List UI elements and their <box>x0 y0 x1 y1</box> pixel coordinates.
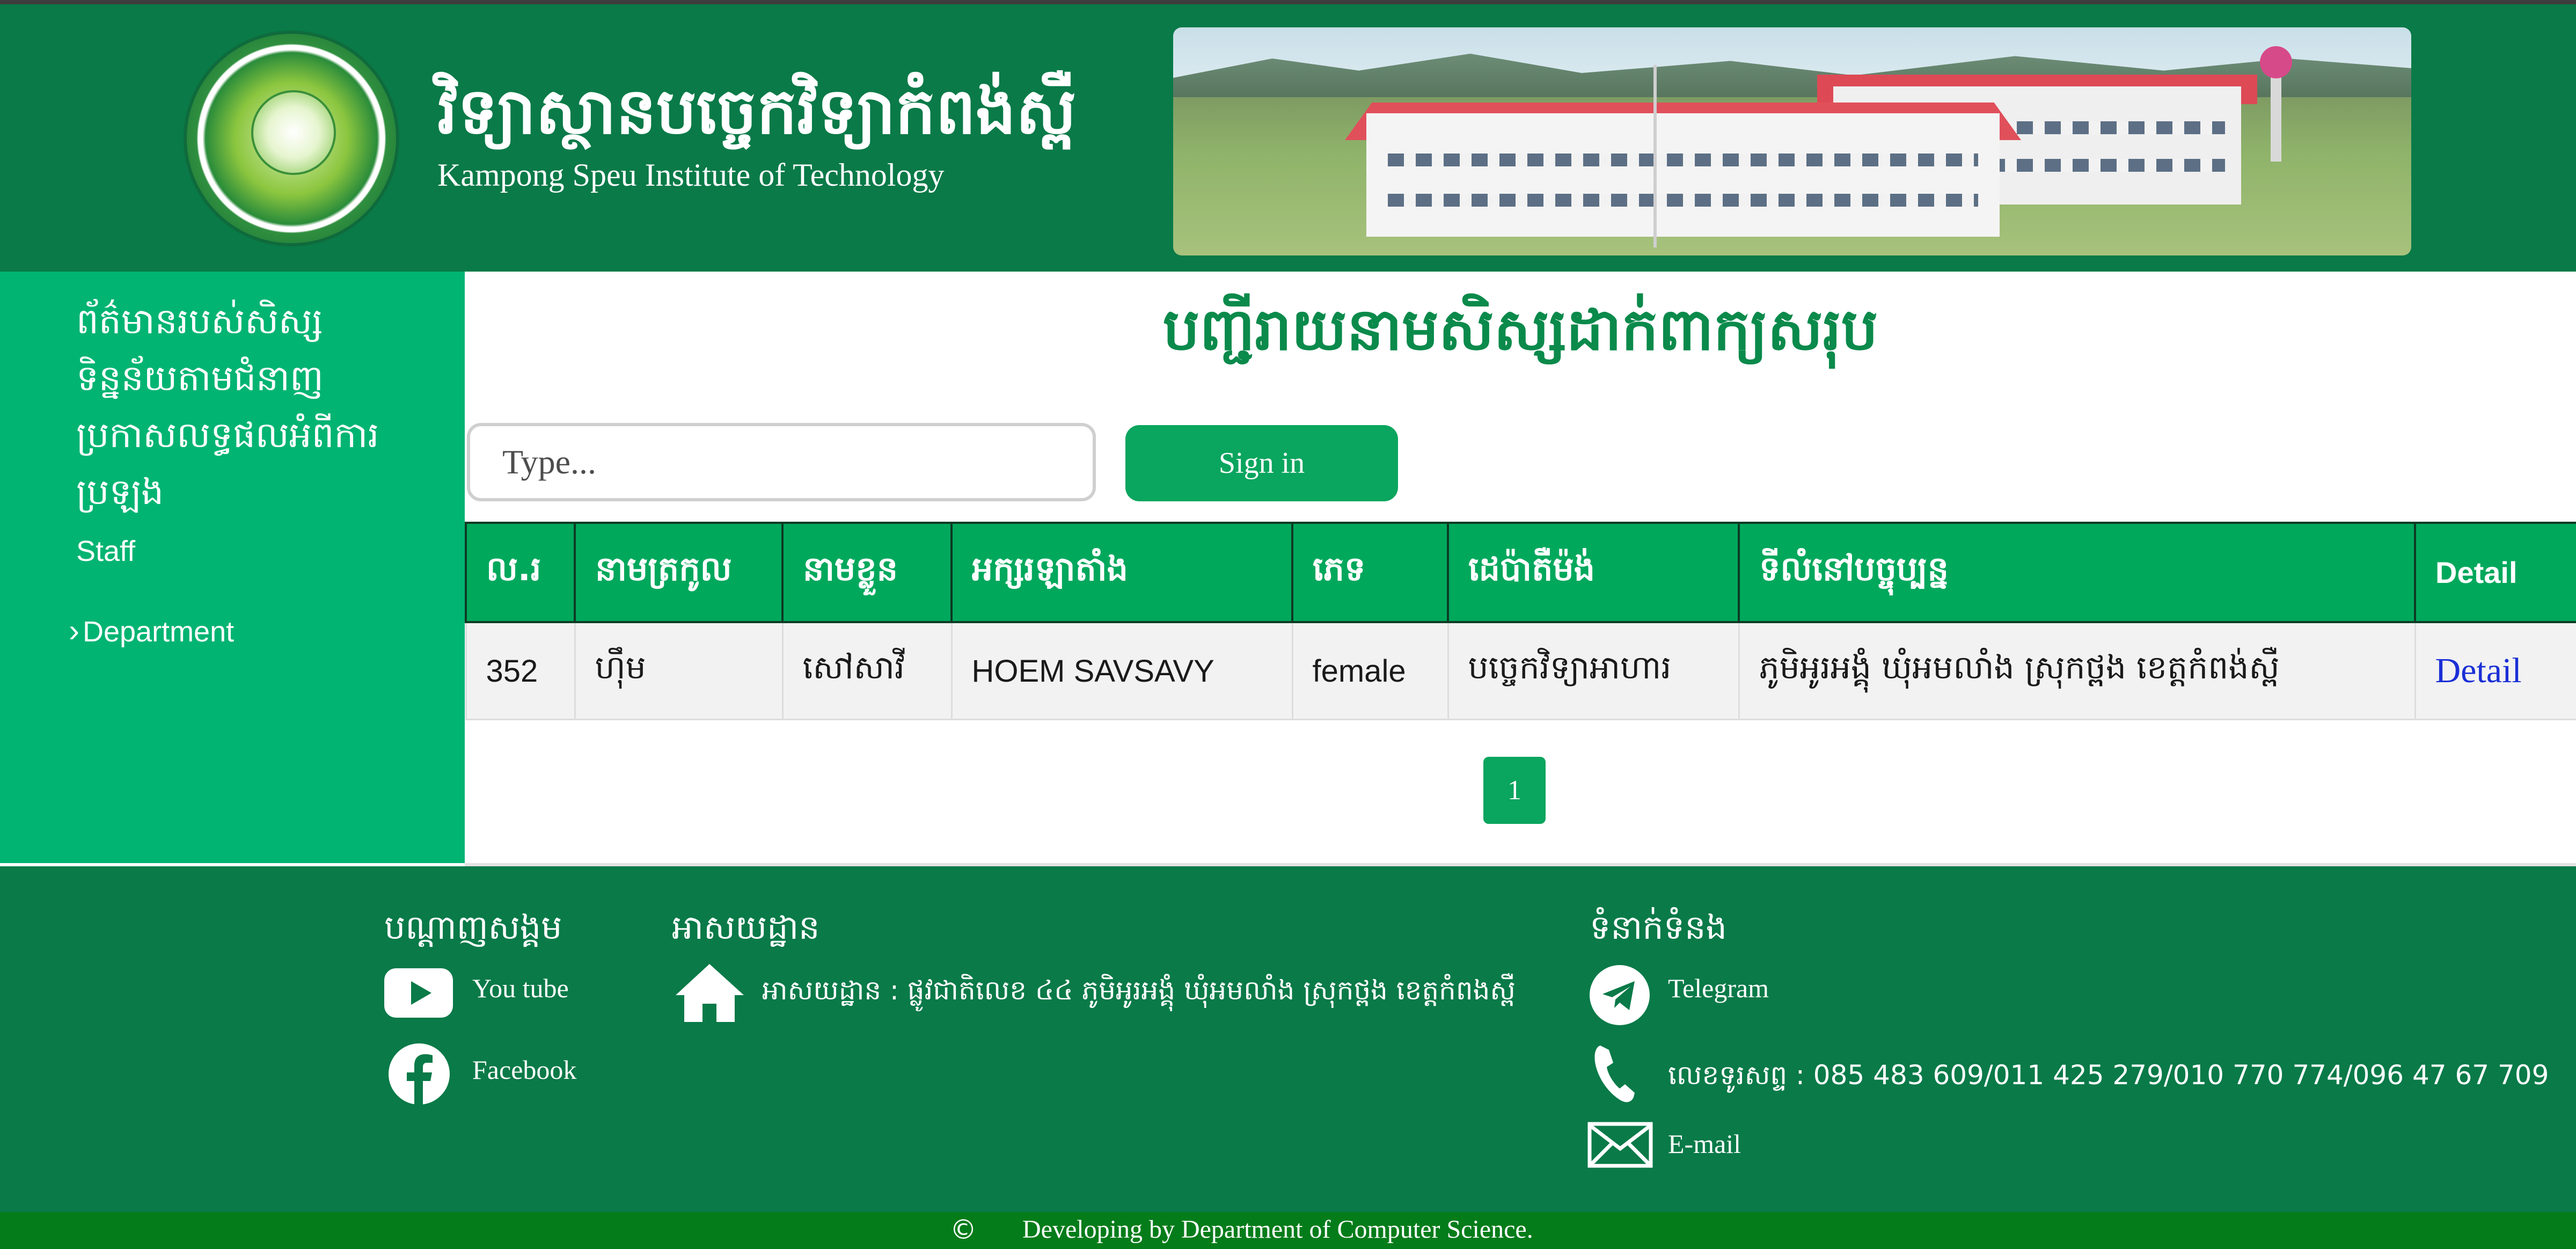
sign-in-button[interactable]: Sign in <box>1125 425 1398 501</box>
detail-link[interactable]: Detail <box>2435 651 2522 690</box>
sidebar-item-label: Department <box>82 616 235 648</box>
sidebar-item-department[interactable]: › Department <box>69 612 234 649</box>
site-title-khmer: វិទ្យាស្ថានបច្ចេកវិទ្យាកំពង់ស្ពឺ <box>437 74 1077 148</box>
copyright-text: Developing by Department of Computer Sci… <box>1022 1215 1533 1244</box>
cell-detail: Detail <box>2414 621 2576 720</box>
column-header-address: ទីលំនៅបច្ចុប្បន្ន <box>1738 522 2416 623</box>
youtube-icon[interactable] <box>384 968 453 1018</box>
site-title-english: Kampong Speu Institute of Technology <box>437 157 945 193</box>
table-header-row: ល.រ នាមត្រកូល នាមខ្លួន អក្សរឡាតាំង ភេទ ដ… <box>465 522 2576 623</box>
footer-address-heading: អាសយដ្ឋាន <box>672 908 820 947</box>
phone-icon <box>1594 1046 1635 1102</box>
pagination-page-button[interactable]: 1 <box>1483 757 1546 824</box>
column-header-given-name: នាមខ្លួន <box>781 522 953 623</box>
email-link[interactable]: E-mail <box>1668 1128 1741 1159</box>
footer-phone-text: លេខទូរសព្ទ : 085 483 609/011 425 279/010… <box>1668 1060 2549 1091</box>
facebook-link[interactable]: Facebook <box>472 1054 576 1085</box>
banner-water-tower-top <box>2260 46 2292 78</box>
campus-banner-image <box>1173 27 2411 255</box>
cell-latin-name: HOEM SAVSAVY <box>950 621 1293 720</box>
cell-gender: female <box>1291 621 1449 720</box>
banner-windows <box>1388 154 1978 166</box>
top-edge-bar <box>0 0 2576 4</box>
students-table: ល.រ នាមត្រកូល នាមខ្លួន អក្សរឡាតាំង ភេទ ដ… <box>465 522 2576 720</box>
cell-number: 352 <box>465 621 576 720</box>
footer-social-heading: បណ្ដាញសង្គម <box>384 908 562 947</box>
cell-family-name: ហ៊ឹម <box>574 621 784 720</box>
sidebar: ព័ត៌មានរបស់សិស្ស ទិន្នន័យតាមជំនាញ ប្រកាស… <box>0 272 465 863</box>
column-header-gender: ភេទ <box>1291 522 1449 623</box>
facebook-icon[interactable] <box>387 1042 451 1106</box>
cell-address: ភូមិអូរអង្គុំ ឃុំអមលាំង ស្រុកថ្ពង ខេត្តក… <box>1738 621 2416 720</box>
banner-windows <box>1388 194 1978 207</box>
column-header-number: ល.រ <box>465 522 576 623</box>
copyright-symbol: © <box>950 1214 977 1245</box>
logo-emblem <box>251 90 336 175</box>
sidebar-item-exam-results-cont[interactable]: ប្រឡង <box>76 470 164 522</box>
youtube-link[interactable]: You tube <box>472 973 569 1004</box>
banner-flagpole <box>1653 65 1657 247</box>
site-header: វិទ្យាស្ថានបច្ចេកវិទ្យាកំពង់ស្ពឺ Kampong… <box>0 4 2576 272</box>
cell-department: បច្ចេកវិទ្យាអាហារ <box>1447 621 1740 720</box>
page-title: បញ្ជីរាយនាមសិស្សដាក់ពាក្យសរុប <box>1162 296 1878 363</box>
table-row: 352 ហ៊ឹម សៅសាវី HOEM SAVSAVY female បច្ច… <box>465 621 2576 720</box>
column-header-family-name: នាមត្រកូល <box>574 522 784 623</box>
footer-address-text: អាសយដ្ឋាន : ផ្លូវជាតិលេខ ៤៤ ភូមិអូរអង្គុ… <box>762 975 1516 1006</box>
cell-given-name: សៅសាវី <box>781 621 953 720</box>
email-icon[interactable] <box>1587 1122 1653 1168</box>
column-header-latin-name: អក្សរឡាតាំង <box>950 522 1293 623</box>
search-input[interactable] <box>467 423 1096 501</box>
home-icon <box>676 964 744 1022</box>
sidebar-item-data-by-skill[interactable]: ទិន្នន័យតាមជំនាញ <box>76 356 324 408</box>
sidebar-item-student-info[interactable]: ព័ត៌មានរបស់សិស្ស <box>76 300 323 351</box>
column-header-department: ដេប៉ាតឺម៉ង់ <box>1447 522 1740 623</box>
telegram-link[interactable]: Telegram <box>1668 973 1769 1004</box>
column-header-detail: Detail <box>2414 522 2576 623</box>
site-footer: បណ្ដាញសង្គម You tube Facebook អាសយដ្ឋាន … <box>0 866 2576 1212</box>
sidebar-item-staff[interactable]: Staff <box>76 535 135 568</box>
footer-contact-heading: ទំនាក់ទំនង <box>1590 908 1727 947</box>
chevron-right-icon: › <box>69 612 79 648</box>
banner-building <box>1366 113 2000 237</box>
sidebar-item-exam-results[interactable]: ប្រកាសលទ្ធផលអំពីការ <box>76 413 379 465</box>
institute-logo[interactable] <box>187 34 396 243</box>
telegram-icon[interactable] <box>1589 964 1651 1026</box>
